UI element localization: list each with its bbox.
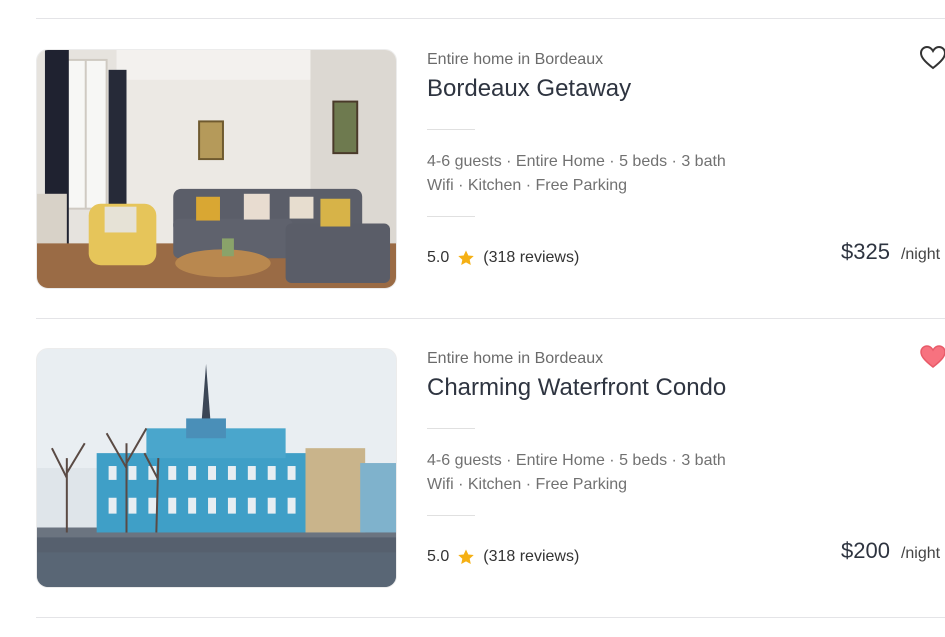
rating-row: 5.0 (318 reviews) [427,249,579,267]
section-divider [427,216,475,217]
favorite-button[interactable] [919,45,945,71]
listing-details: 4-6 guests · Entire Home · 5 beds · 3 ba… [427,153,726,170]
rating-value: 5.0 [427,249,450,266]
building-image [37,349,396,587]
price-unit: /night [900,545,941,562]
price-unit: /night [900,246,941,263]
rating-row: 5.0 (318 reviews) [427,548,579,566]
review-count[interactable]: (318 reviews) [483,548,579,566]
listing-card[interactable]: Entire home in Bordeaux Bordeaux Getaway… [0,19,945,319]
listing-card[interactable]: Entire home in Bordeaux Charming Waterfr… [0,318,945,618]
star-icon [457,249,475,267]
section-divider [427,428,475,429]
listing-amenities: Wifi · Kitchen · Free Parking [427,177,628,194]
section-divider [427,129,475,130]
price: $200 /night [841,538,940,564]
divider [36,617,945,618]
star-icon [457,548,475,566]
heart-icon [919,45,945,70]
heart-icon [920,345,945,368]
favorite-button[interactable] [919,344,945,370]
listing-photo-building[interactable] [36,348,397,588]
listing-title[interactable]: Charming Waterfront Condo [427,374,726,402]
listing-subtitle: Entire home in Bordeaux [427,350,604,367]
listing-title[interactable]: Bordeaux Getaway [427,75,631,103]
listing-subtitle: Entire home in Bordeaux [427,51,604,68]
listing-details: 4-6 guests · Entire Home · 5 beds · 3 ba… [427,452,726,469]
section-divider [427,515,475,516]
rating-value: 5.0 [427,548,450,565]
listing-photo-living-room[interactable] [36,49,397,289]
listing-amenities: Wifi · Kitchen · Free Parking [427,476,628,493]
listing-results: Entire home in Bordeaux Bordeaux Getaway… [0,0,945,637]
price: $325 /night [841,239,940,265]
price-amount: $200 [841,538,890,563]
living-room-image [37,50,396,288]
price-amount: $325 [841,239,890,264]
review-count[interactable]: (318 reviews) [483,249,579,267]
